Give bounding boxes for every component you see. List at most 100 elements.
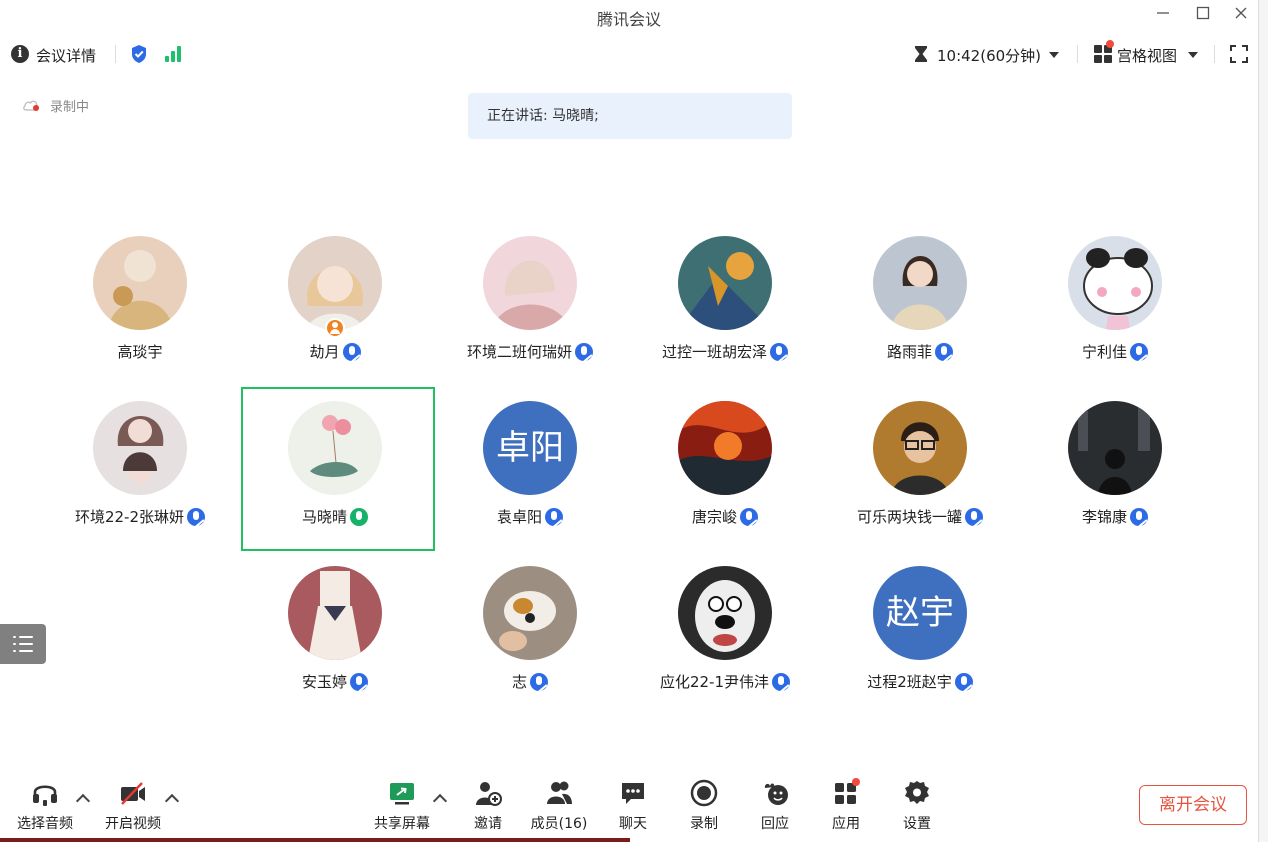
hourglass-icon (915, 46, 927, 62)
participant-name: 环境22-2张琳妍 (74, 508, 185, 526)
chevron-down-icon[interactable] (1049, 52, 1059, 58)
mic-icon[interactable] (1130, 342, 1148, 361)
members-icon (547, 781, 572, 804)
video-label: 开启视频 (105, 816, 161, 832)
meeting-timer[interactable]: 10:42(60分钟) (937, 45, 1041, 66)
avatar (288, 236, 382, 330)
participant-tile[interactable]: 高琰宇 (43, 236, 237, 400)
video-button[interactable]: 开启视频 (98, 776, 168, 836)
headset-icon (33, 785, 57, 806)
participant-tile[interactable]: 过控一班胡宏泽 (628, 236, 822, 400)
invite-user-icon (476, 782, 502, 806)
participant-tile[interactable]: 环境22-2张琳妍 (43, 401, 237, 565)
participant-name: 李锦康 (1081, 508, 1127, 526)
record-icon (690, 779, 718, 807)
mic-icon[interactable] (545, 507, 563, 526)
participant-name: 袁卓阳 (496, 508, 542, 526)
close-icon[interactable] (1228, 4, 1254, 26)
mic-icon[interactable] (1130, 507, 1148, 526)
record-button[interactable]: 录制 (669, 776, 739, 836)
settings-button[interactable]: 设置 (882, 776, 952, 836)
participant-list-toggle[interactable] (0, 624, 46, 664)
participant-tile[interactable]: 唐宗峻 (628, 401, 822, 565)
chevron-down-icon[interactable] (1188, 52, 1198, 58)
avatar (678, 566, 772, 660)
leave-meeting-button[interactable]: 离开会议 (1139, 785, 1247, 825)
avatar (873, 401, 967, 495)
share-screen-button[interactable]: 共享屏幕 (367, 776, 437, 836)
signal-icon[interactable] (165, 46, 185, 62)
speaking-banner: 正在讲话: 马晓晴; (468, 93, 792, 139)
mic-icon[interactable] (740, 507, 758, 526)
participant-tile[interactable]: 赵宇 过程2班赵宇 (823, 566, 1017, 730)
participant-tile[interactable]: 安玉婷 (238, 566, 432, 730)
avatar: 卓阳 (483, 401, 577, 495)
info-icon[interactable]: i (11, 45, 29, 63)
avatar (93, 401, 187, 495)
mic-icon[interactable] (530, 672, 548, 691)
participant-tile[interactable]: 劫月 (238, 236, 432, 400)
top-toolbar: i 会议详情 10:42(60分钟) 宫格视图 (0, 36, 1258, 72)
avatar (483, 566, 577, 660)
avatar (873, 236, 967, 330)
audio-button[interactable]: 选择音频 (10, 776, 80, 836)
mic-icon[interactable] (770, 342, 788, 361)
host-icon (325, 318, 345, 338)
divider (1214, 45, 1215, 63)
participant-name: 应化22-1尹伟沣 (659, 673, 770, 691)
participant-tile[interactable]: 应化22-1尹伟沣 (628, 566, 822, 730)
mic-icon[interactable] (935, 342, 953, 361)
avatar (678, 236, 772, 330)
gear-icon (905, 781, 929, 804)
mic-icon[interactable] (965, 507, 983, 526)
mic-icon[interactable] (350, 672, 368, 691)
window-title: 腾讯会议 (596, 10, 661, 29)
avatar: 赵宇 (873, 566, 967, 660)
participant-tile[interactable]: 志 (433, 566, 627, 730)
mic-icon[interactable] (954, 672, 973, 691)
participant-tile[interactable]: 宁利佳 (1018, 236, 1212, 400)
chat-icon (622, 783, 644, 804)
participant-name: 过控一班胡宏泽 (661, 343, 767, 361)
shield-icon[interactable] (130, 44, 148, 64)
avatar (93, 236, 187, 330)
participant-name: 志 (511, 673, 527, 691)
mic-icon[interactable] (575, 342, 593, 361)
fullscreen-icon[interactable] (1230, 45, 1248, 63)
share-screen-label: 共享屏幕 (374, 816, 430, 832)
divider (1077, 45, 1078, 63)
meeting-window: 腾讯会议 i 会议详情 10:42(60分钟) 宫格视图 录制中 正在讲话: 马… (0, 0, 1268, 842)
view-mode-button[interactable]: 宫格视图 (1117, 45, 1177, 66)
participant-name: 可乐两块钱一罐 (856, 508, 962, 526)
participant-name: 唐宗峻 (691, 508, 737, 526)
chat-button[interactable]: 聊天 (598, 776, 668, 836)
mic-icon[interactable] (772, 672, 791, 691)
settings-label: 设置 (903, 816, 931, 832)
participant-tile[interactable]: 李锦康 (1018, 401, 1212, 565)
window-edge (1258, 0, 1268, 842)
notification-dot (1106, 40, 1114, 48)
participant-name: 劫月 (309, 343, 340, 361)
participant-tile[interactable]: 环境二班何瑞妍 (433, 236, 627, 400)
participant-name: 安玉婷 (301, 673, 347, 691)
members-button[interactable]: 成员(16) (524, 776, 594, 836)
participant-tile[interactable]: 可乐两块钱一罐 (823, 401, 1017, 565)
apps-button[interactable]: 应用 (811, 776, 881, 836)
cloud-record-icon (23, 100, 39, 111)
maximize-icon[interactable] (1190, 4, 1216, 26)
participant-name: 过程2班赵宇 (867, 673, 952, 691)
audio-label: 选择音频 (17, 816, 73, 832)
participant-tile[interactable]: 卓阳 袁卓阳 (433, 401, 627, 565)
avatar (1068, 401, 1162, 495)
participant-tile[interactable]: 路雨菲 (823, 236, 1017, 400)
apps-icon (835, 778, 860, 804)
meeting-details-button[interactable]: 会议详情 (36, 45, 96, 66)
mic-icon[interactable] (187, 507, 206, 526)
avatar (1068, 236, 1162, 330)
avatar (483, 236, 577, 330)
minimize-icon[interactable] (1150, 4, 1176, 26)
react-button[interactable]: 回应 (740, 776, 810, 836)
mic-icon[interactable] (342, 342, 361, 361)
share-screen-icon (390, 783, 414, 805)
invite-button[interactable]: 邀请 (453, 776, 523, 836)
